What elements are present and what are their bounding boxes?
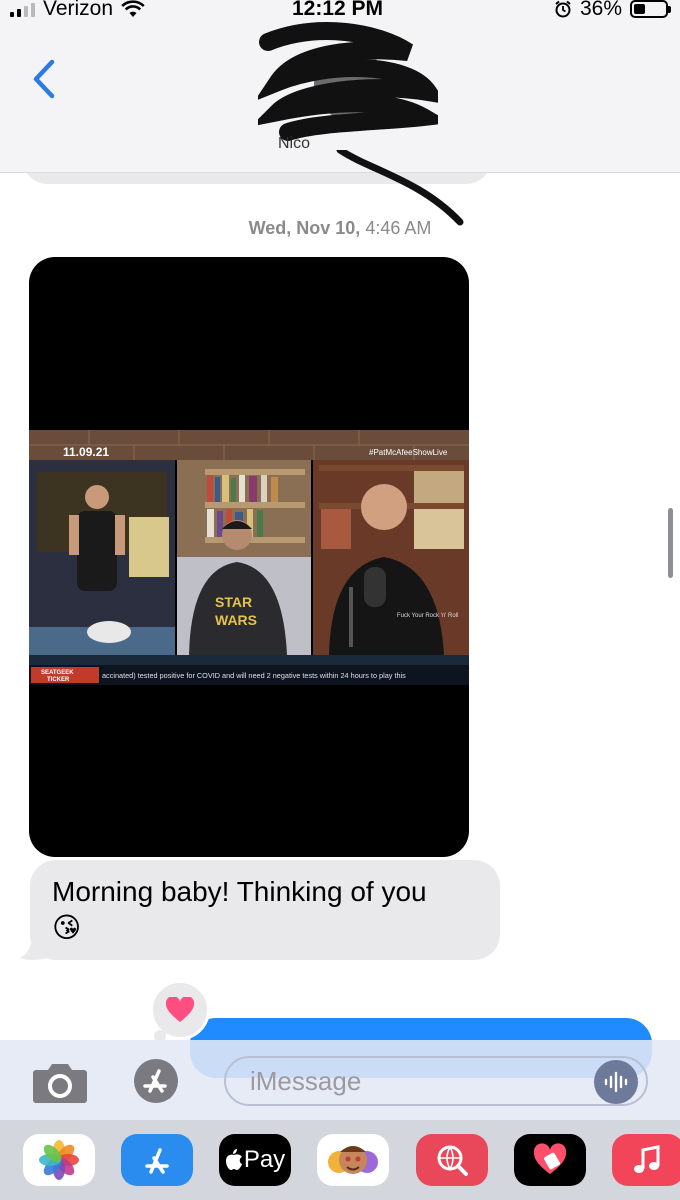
kiss-emoji: 😘	[52, 912, 82, 943]
video-thumbnail: 11.09.21 #PatMcAfeeShowLive STAR WARS Fu…	[29, 430, 469, 685]
message-input-bar	[0, 1040, 680, 1120]
battery-icon	[630, 0, 671, 18]
status-bar: Verizon 12:12 PM 36%	[0, 0, 680, 24]
bubble-tail	[20, 930, 48, 960]
received-message-bubble[interactable]: Morning baby! Thinking of you 😘	[30, 860, 500, 960]
scrollbar[interactable]	[668, 508, 673, 578]
app-store-glyph-icon	[145, 1148, 169, 1174]
globe-search-icon	[437, 1145, 468, 1176]
audio-message-button[interactable]	[594, 1060, 638, 1104]
memoji-faces-icon	[328, 1146, 378, 1174]
redacted-avatar[interactable]	[258, 22, 438, 142]
ticker-text: accinated) tested positive for COVID and…	[102, 671, 406, 680]
memoji-icon[interactable]	[317, 1134, 389, 1186]
battery-percent: 36%	[579, 0, 622, 20]
alarm-icon	[555, 0, 571, 18]
digital-touch-icon[interactable]	[514, 1134, 586, 1186]
contact-name[interactable]: Nico	[278, 135, 310, 153]
cell-signal-icon	[10, 1, 35, 17]
carrier-label: Verizon	[43, 0, 114, 20]
imessage-app-drawer: Pay	[0, 1120, 680, 1200]
received-message-text: Morning baby! Thinking of you	[52, 876, 427, 907]
video-hashtag-label: #PatMcAfeeShowLive	[369, 448, 448, 457]
photos-flower-icon	[39, 1140, 79, 1180]
image-search-icon[interactable]	[416, 1134, 488, 1186]
wifi-icon	[121, 0, 145, 17]
apple-logo-icon	[225, 1149, 242, 1170]
music-note-icon	[634, 1145, 660, 1173]
photos-app-icon[interactable]	[23, 1134, 95, 1186]
apple-pay-icon[interactable]: Pay	[219, 1134, 291, 1186]
shirt-text-3: Fuck Your Rock 'n' Roll	[397, 613, 458, 619]
app-store-icon[interactable]	[121, 1134, 193, 1186]
heart-touch-icon	[533, 1143, 567, 1174]
video-date-label: 11.09.21	[63, 445, 109, 459]
music-icon[interactable]	[612, 1134, 680, 1186]
redaction-scribble	[336, 150, 464, 226]
video-message-bubble[interactable]: 11.09.21 #PatMcAfeeShowLive STAR WARS Fu…	[29, 257, 469, 857]
shirt-text-1: STAR	[215, 594, 252, 610]
ticker-brand-sub: TICKER	[47, 677, 70, 683]
shirt-text-2: WARS	[215, 612, 257, 628]
ticker-brand: SEATGEEK	[41, 670, 74, 676]
status-time: 12:12 PM	[292, 0, 384, 20]
heart-icon	[166, 997, 194, 1022]
app-store-button-icon[interactable]	[126, 1058, 192, 1104]
imessage-input[interactable]	[224, 1056, 648, 1106]
chevron-left-icon[interactable]	[28, 58, 62, 100]
camera-icon[interactable]	[32, 1060, 88, 1104]
conversation-header: Verizon 12:12 PM 36% Nico	[0, 0, 680, 173]
apple-pay-label: Pay	[243, 1146, 286, 1173]
waveform-icon	[604, 1071, 628, 1093]
